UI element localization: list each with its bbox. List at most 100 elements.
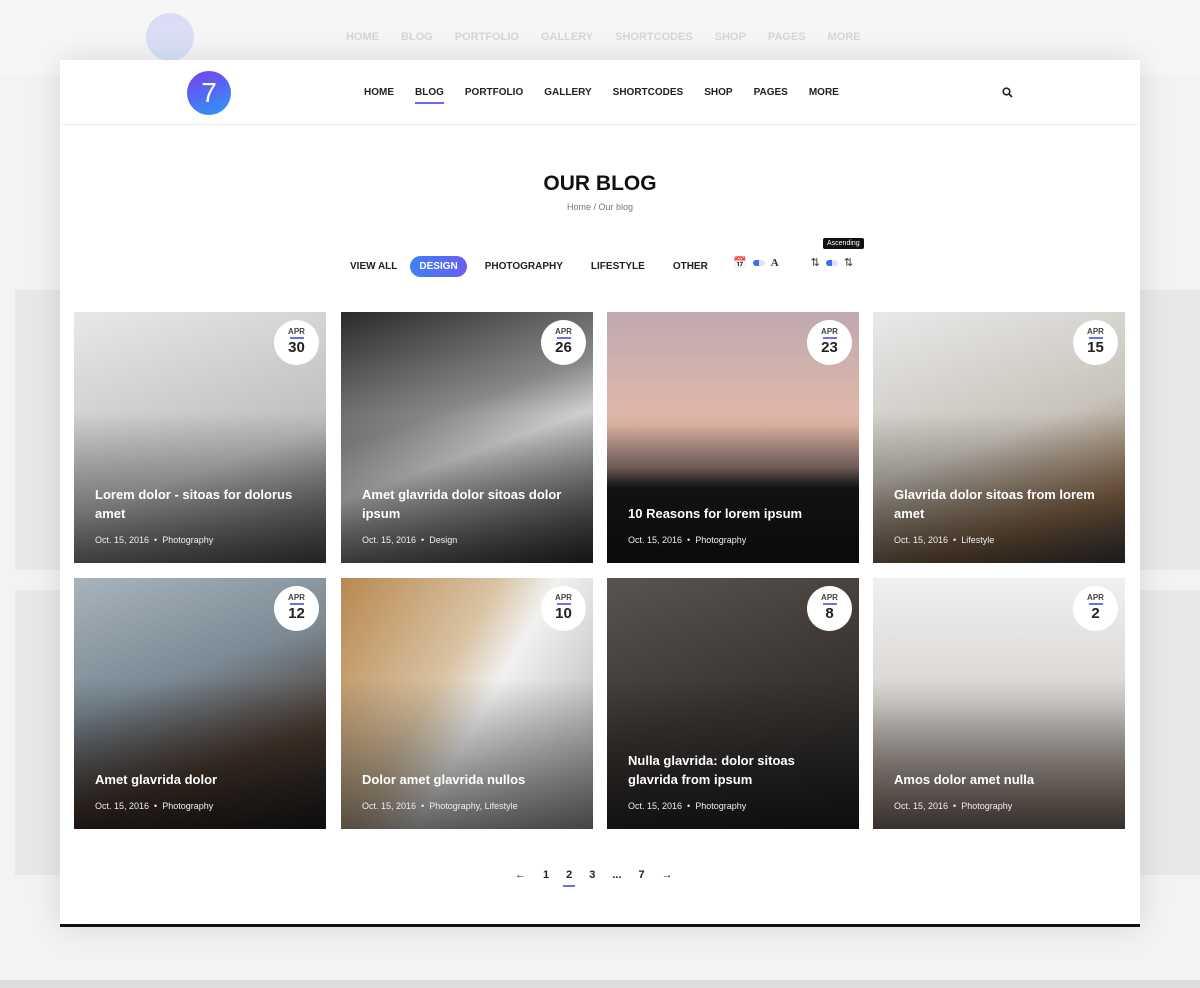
post-card[interactable]: APR 15 Glavrida dolor sitoas from lorem am… <box>873 312 1125 563</box>
post-date: Oct. 15, 2016 <box>894 535 949 545</box>
sort-ascending-icon[interactable]: ⇅ <box>844 256 853 269</box>
search-icon[interactable] <box>1002 86 1013 101</box>
nav-item-more[interactable]: MORE <box>809 87 839 98</box>
nav-item-shortcodes[interactable]: SHORTCODES <box>613 87 684 98</box>
date-badge: APR 8 <box>807 586 852 631</box>
filter-lifestyle[interactable]: LIFESTYLE <box>591 261 645 272</box>
tooltip: Ascending <box>823 238 864 249</box>
background-card <box>15 290 60 570</box>
post-category[interactable]: Photography <box>961 801 1012 811</box>
page-1[interactable]: 1 <box>543 869 549 881</box>
nav-item-pages[interactable]: PAGES <box>754 87 788 98</box>
nav-item-portfolio[interactable]: PORTFOLIO <box>465 87 523 98</box>
date-day: 23 <box>821 338 838 356</box>
meta-separator: • <box>682 535 696 545</box>
date-badge: APR 26 <box>541 320 586 365</box>
page-title: OUR BLOG <box>543 172 657 195</box>
background-logo <box>146 13 194 61</box>
date-badge: APR 2 <box>1073 586 1118 631</box>
sort-descending-icon[interactable]: ⇅ <box>811 256 820 269</box>
date-badge: APR 30 <box>274 320 319 365</box>
meta-separator: • <box>416 801 430 811</box>
post-date: Oct. 15, 2016 <box>362 801 417 811</box>
filter-photography[interactable]: PHOTOGRAPHY <box>485 261 563 272</box>
background-nav-item: PAGES <box>767 31 806 43</box>
post-date: Oct. 15, 2016 <box>95 535 150 545</box>
background-card <box>1140 590 1200 875</box>
date-day: 15 <box>1087 338 1104 356</box>
date-month: APR <box>1073 593 1118 605</box>
calendar-icon[interactable]: 📅 <box>733 256 747 269</box>
nav-item-blog[interactable]: BLOG <box>415 87 444 104</box>
filter-view-all[interactable]: VIEW ALL <box>350 261 397 272</box>
background-nav-item: BLOG <box>401 31 433 43</box>
post-category[interactable]: Design <box>429 535 457 545</box>
post-meta: Oct. 15, 2016 • Photography <box>628 535 746 545</box>
post-card[interactable]: APR 23 10 Reasons for lorem ipsum Oct. 15, … <box>607 312 859 563</box>
filter-other[interactable]: OTHER <box>673 261 708 272</box>
date-month: APR <box>807 327 852 339</box>
post-category[interactable]: Photography <box>162 801 213 811</box>
post-card[interactable]: APR 12 Amet glavrida dolor Oct. 15, 2016 • … <box>74 578 326 829</box>
post-card[interactable]: APR 10 Dolor amet glavrida nullos Oct. 15, … <box>341 578 593 829</box>
post-card[interactable]: APR 2 Amos dolor amet nulla Oct. 15, 2016 •… <box>873 578 1125 829</box>
date-day: 8 <box>825 604 834 622</box>
post-title[interactable]: Amos dolor amet nulla <box>894 770 1105 789</box>
nav-item-home[interactable]: HOME <box>364 87 394 98</box>
page-7[interactable]: 7 <box>639 869 645 881</box>
post-category[interactable]: Photography <box>695 801 746 811</box>
category-filters: VIEW ALL DESIGN PHOTOGRAPHY LIFESTYLE OTHER <box>350 256 736 277</box>
header: 7 HOME BLOG PORTFOLIO GALLERY SHORTCODES SHOP… <box>60 60 1140 125</box>
post-category[interactable]: Photography <box>695 535 746 545</box>
sort-field-toggle[interactable] <box>752 259 765 266</box>
logo[interactable]: 7 <box>187 71 231 115</box>
post-meta: Oct. 15, 2016 • Photography, Lifestyle <box>362 801 518 811</box>
date-day: 30 <box>288 338 305 356</box>
background-nav-item: SHOP <box>714 31 746 43</box>
page-3[interactable]: 3 <box>589 869 595 881</box>
pagination: ← 1 2 3... 7 → <box>515 869 690 887</box>
post-title[interactable]: Lorem dolor - sitoas for dolorus amet <box>95 485 306 523</box>
date-badge: APR 23 <box>807 320 852 365</box>
main-nav: HOME BLOG PORTFOLIO GALLERY SHORTCODES SHOP PA… <box>364 87 860 104</box>
meta-separator: • <box>149 801 163 811</box>
post-title[interactable]: Glavrida dolor sitoas from lorem amet <box>894 485 1105 523</box>
filter-design[interactable]: DESIGN <box>410 256 467 277</box>
post-date: Oct. 15, 2016 <box>362 535 417 545</box>
meta-separator: • <box>948 535 962 545</box>
post-meta: Oct. 15, 2016 • Photography <box>95 535 213 545</box>
alphabetical-icon[interactable]: A <box>771 257 779 269</box>
date-badge: APR 15 <box>1073 320 1118 365</box>
post-title[interactable]: Amet glavrida dolor <box>95 770 306 789</box>
page-2[interactable]: 2 <box>563 869 576 887</box>
prev-page-arrow[interactable]: ← <box>515 869 526 881</box>
post-title[interactable]: Amet glavrida dolor sitoas dolor ipsum <box>362 485 573 523</box>
meta-separator: • <box>948 801 962 811</box>
nav-item-shop[interactable]: SHOP <box>704 87 732 98</box>
post-card[interactable]: APR 30 Lorem dolor - sitoas for dolorus am… <box>74 312 326 563</box>
sort-order-toggle[interactable] <box>825 259 838 266</box>
background-footer <box>0 980 1200 988</box>
post-card[interactable]: APR 8 Nulla glavrida: dolor sitoas glavrid… <box>607 578 859 829</box>
nav-item-gallery[interactable]: GALLERY <box>544 87 591 98</box>
date-day: 12 <box>288 604 305 622</box>
date-month: APR <box>807 593 852 605</box>
post-date: Oct. 15, 2016 <box>628 801 683 811</box>
post-date: Oct. 15, 2016 <box>628 535 683 545</box>
post-card[interactable]: APR 26 Amet glavrida dolor sitoas dolor ip… <box>341 312 593 563</box>
post-title[interactable]: Dolor amet glavrida nullos <box>362 770 573 789</box>
date-day: 26 <box>555 338 572 356</box>
post-meta: Oct. 15, 2016 • Photography <box>894 801 1012 811</box>
post-meta: Oct. 15, 2016 • Design <box>362 535 457 545</box>
post-category[interactable]: Lifestyle <box>961 535 994 545</box>
post-meta: Oct. 15, 2016 • Lifestyle <box>894 535 994 545</box>
post-category[interactable]: Photography <box>162 535 213 545</box>
next-page-arrow[interactable]: → <box>662 869 673 881</box>
background-nav-item: HOME <box>346 31 379 43</box>
post-title[interactable]: Nulla glavrida: dolor sitoas glavrida fr… <box>628 751 839 789</box>
post-grid: APR 30 Lorem dolor - sitoas for dolorus am… <box>74 312 1126 830</box>
post-category[interactable]: Photography, Lifestyle <box>429 801 517 811</box>
post-meta: Oct. 15, 2016 • Photography <box>95 801 213 811</box>
post-title[interactable]: 10 Reasons for lorem ipsum <box>628 504 839 523</box>
breadcrumb-home[interactable]: Home <box>567 202 591 212</box>
